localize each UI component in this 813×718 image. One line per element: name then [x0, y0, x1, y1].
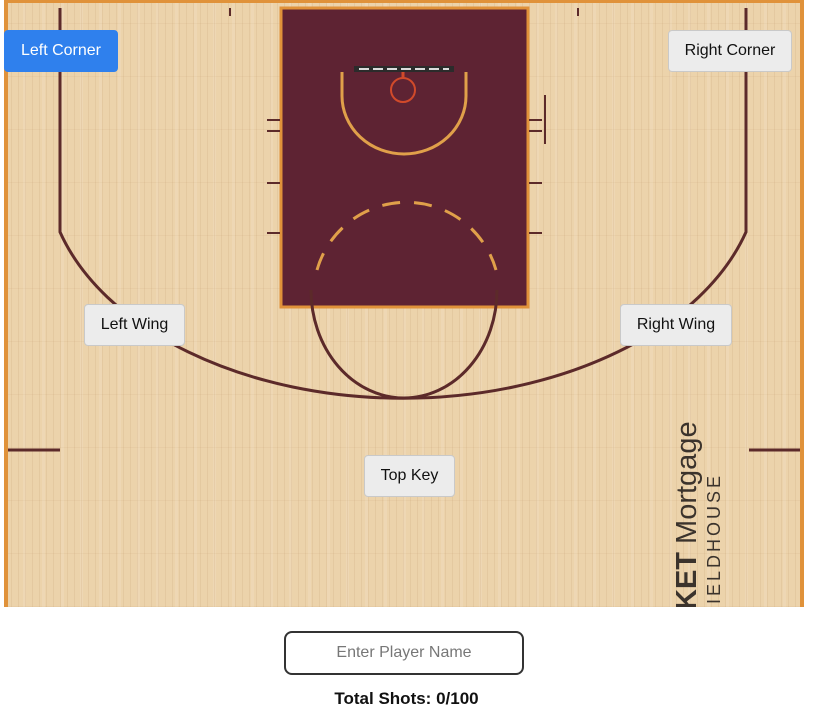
right-wing-button[interactable]: Right Wing: [620, 304, 732, 346]
left-corner-button[interactable]: Left Corner: [4, 30, 118, 72]
top-border: [4, 0, 804, 3]
total-shots-counter: Total Shots: 0/100: [334, 689, 479, 708]
right-corner-button[interactable]: Right Corner: [668, 30, 792, 72]
left-border: [4, 0, 8, 607]
right-border: [800, 0, 804, 607]
left-wing-button[interactable]: Left Wing: [84, 304, 185, 346]
top-key-button[interactable]: Top Key: [364, 455, 455, 497]
arena-brand-logo: KET Mortgage IELDHOUSE: [671, 421, 724, 607]
player-name-input[interactable]: [284, 631, 524, 675]
